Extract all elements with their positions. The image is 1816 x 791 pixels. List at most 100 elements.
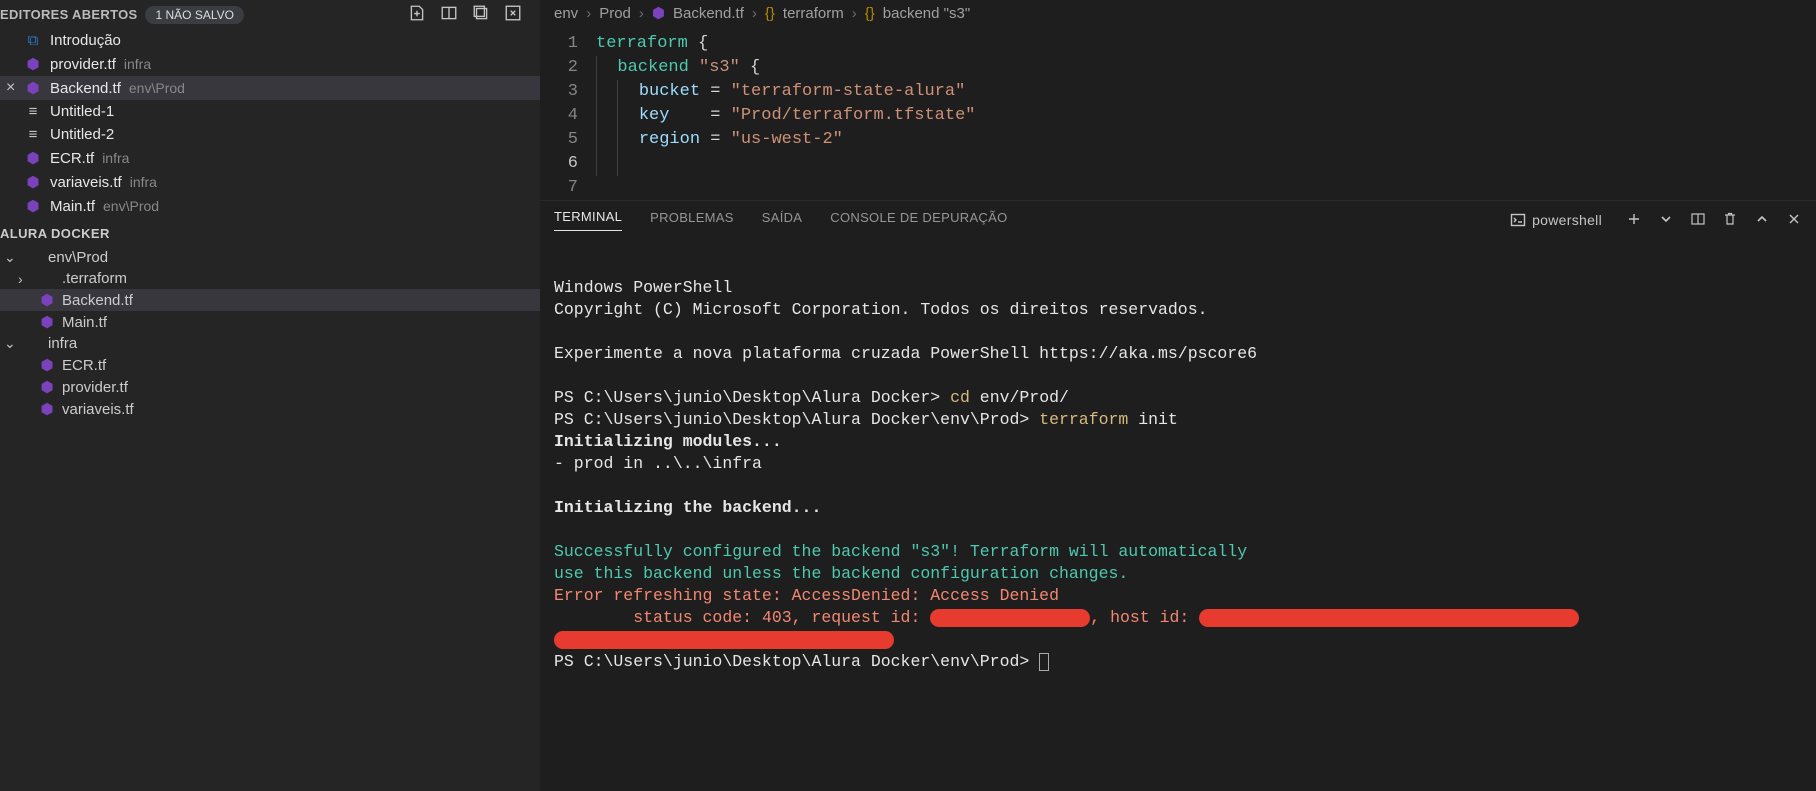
terraform-icon: ⬢ <box>38 400 56 418</box>
close-icon[interactable]: × <box>6 79 15 97</box>
new-untitled-icon[interactable] <box>408 4 426 25</box>
tree-file[interactable]: ⬢ variaveis.tf <box>0 398 540 420</box>
tree-folder[interactable]: ⌄ infra <box>0 333 540 354</box>
tree-file[interactable]: ⬢ ECR.tf <box>0 354 540 376</box>
breadcrumb-part[interactable]: Backend.tf <box>673 5 744 22</box>
terraform-icon: ⬢ <box>24 149 42 167</box>
chevron-down-icon: ⌄ <box>4 335 18 352</box>
file-name: provider.tf <box>50 56 116 73</box>
chevron-right-icon: › <box>586 5 591 22</box>
file-name: Main.tf <box>50 198 95 215</box>
gutter: 1234567 <box>540 32 596 200</box>
breadcrumb-part[interactable]: env <box>554 5 578 22</box>
unsaved-badge: 1 NÃO SALVO <box>145 6 243 24</box>
new-terminal-icon[interactable] <box>1626 211 1642 230</box>
tree-label: .terraform <box>62 270 127 287</box>
save-all-icon[interactable] <box>472 4 490 25</box>
open-editor-item[interactable]: ≡ Untitled-1 <box>0 100 540 123</box>
terminal-cursor <box>1039 653 1049 671</box>
shell-selector[interactable]: powershell <box>1502 210 1610 230</box>
split-terminal-icon[interactable] <box>1690 211 1706 230</box>
open-editor-item[interactable]: ≡Untitled-2 <box>0 123 540 146</box>
terminal-output[interactable]: Windows PowerShell Copyright (C) Microso… <box>540 239 1816 791</box>
sidebar: EDITORES ABERTOS 1 NÃO SALVO ⧉ Introdução… <box>0 0 540 791</box>
tree-label: env\Prod <box>48 249 108 266</box>
chevron-right-icon: › <box>18 271 32 287</box>
file-name: Backend.tf <box>50 80 121 97</box>
tree-label: ECR.tf <box>62 357 106 374</box>
explorer-title: ALURA DOCKER <box>0 218 540 247</box>
symbol-icon: {} <box>765 5 775 22</box>
terraform-icon: ⬢ <box>24 79 42 97</box>
breadcrumbs[interactable]: env › Prod › ⬢ Backend.tf › {} terraform… <box>540 0 1816 26</box>
tab-terminal[interactable]: TERMINAL <box>554 209 622 231</box>
redacted <box>554 631 894 649</box>
file-name: Untitled-1 <box>50 103 114 120</box>
file-icon: ≡ <box>24 103 42 120</box>
close-panel-icon[interactable] <box>1786 211 1802 230</box>
tab-problems[interactable]: PROBLEMAS <box>650 210 734 231</box>
breadcrumb-part[interactable]: Prod <box>599 5 631 22</box>
tree-file[interactable]: ⬢ Backend.tf <box>0 289 540 311</box>
file-path: infra <box>102 150 129 166</box>
tree-label: variaveis.tf <box>62 401 134 418</box>
file-path: env\Prod <box>103 198 159 214</box>
file-name: ECR.tf <box>50 150 94 167</box>
file-path: infra <box>124 56 151 72</box>
panel-tabs: TERMINAL PROBLEMAS SAÍDA CONSOLE DE DEPU… <box>540 201 1816 239</box>
chevron-right-icon: › <box>752 5 757 22</box>
code-editor[interactable]: 1234567 terraform { backend "s3" { bucke… <box>540 26 1816 200</box>
open-editors-title: EDITORES ABERTOS <box>0 7 137 22</box>
file-name: Untitled-2 <box>50 126 114 143</box>
open-editor-item[interactable]: ⬢ ECR.tf infra <box>0 146 540 170</box>
file-path: env\Prod <box>129 80 185 96</box>
chevron-down-icon[interactable] <box>1658 211 1674 230</box>
explorer-tree: ⌄ env\Prod › .terraform ⬢ Backend.tf ⬢ Main.tf ⌄… <box>0 247 540 420</box>
toggle-layout-icon[interactable] <box>440 4 458 25</box>
code-area[interactable]: terraform { backend "s3" { bucket = "ter… <box>596 32 1816 200</box>
close-all-icon[interactable] <box>504 4 522 25</box>
tab-output[interactable]: SAÍDA <box>762 210 803 231</box>
trash-icon[interactable] <box>1722 211 1738 230</box>
chevron-down-icon: ⌄ <box>4 249 18 266</box>
tree-folder[interactable]: › .terraform <box>0 268 540 289</box>
open-editor-item[interactable]: × ⬢ Backend.tf env\Prod <box>0 76 540 100</box>
tree-file[interactable]: ⬢ Main.tf <box>0 311 540 333</box>
bottom-panel: TERMINAL PROBLEMAS SAÍDA CONSOLE DE DEPU… <box>540 200 1816 791</box>
tree-label: Main.tf <box>62 314 107 331</box>
terraform-icon: ⬢ <box>24 197 42 215</box>
tab-debug-console[interactable]: CONSOLE DE DEPURAÇÃO <box>830 210 1007 231</box>
tree-label: provider.tf <box>62 379 128 396</box>
file-path: infra <box>130 174 157 190</box>
tree-label: infra <box>48 335 77 352</box>
redacted <box>1199 609 1579 627</box>
open-editor-item[interactable]: ⬢ provider.tf infra <box>0 52 540 76</box>
terraform-icon: ⬢ <box>24 55 42 73</box>
tree-folder[interactable]: ⌄ env\Prod <box>0 247 540 268</box>
chevron-up-icon[interactable] <box>1754 211 1770 230</box>
breadcrumb-part[interactable]: backend "s3" <box>883 5 970 22</box>
terraform-icon: ⬢ <box>24 173 42 191</box>
file-name: Introdução <box>50 32 121 49</box>
editor-pane: env › Prod › ⬢ Backend.tf › {} terraform… <box>540 0 1816 791</box>
open-editors-header: EDITORES ABERTOS 1 NÃO SALVO <box>0 0 540 29</box>
terraform-icon: ⬢ <box>38 356 56 374</box>
open-editor-item[interactable]: ⬢ variaveis.tf infra <box>0 170 540 194</box>
breadcrumb-part[interactable]: terraform <box>783 5 844 22</box>
open-editor-item[interactable]: ⧉ Introdução <box>0 29 540 52</box>
terraform-icon: ⬢ <box>38 378 56 396</box>
tree-file[interactable]: ⬢ provider.tf <box>0 376 540 398</box>
open-editor-item[interactable]: ⬢ Main.tf env\Prod <box>0 194 540 218</box>
terminal-icon <box>1510 212 1526 228</box>
vscode-icon: ⧉ <box>24 32 42 49</box>
file-name: variaveis.tf <box>50 174 122 191</box>
redacted <box>930 609 1090 627</box>
open-editors-list: ⧉ Introdução ⬢ provider.tf infra × ⬢ Backend.t… <box>0 29 540 218</box>
terraform-icon: ⬢ <box>38 313 56 331</box>
chevron-right-icon: › <box>852 5 857 22</box>
terraform-icon: ⬢ <box>38 291 56 309</box>
terraform-icon: ⬢ <box>652 4 665 22</box>
chevron-right-icon: › <box>639 5 644 22</box>
symbol-icon: {} <box>865 5 875 22</box>
tree-label: Backend.tf <box>62 292 133 309</box>
